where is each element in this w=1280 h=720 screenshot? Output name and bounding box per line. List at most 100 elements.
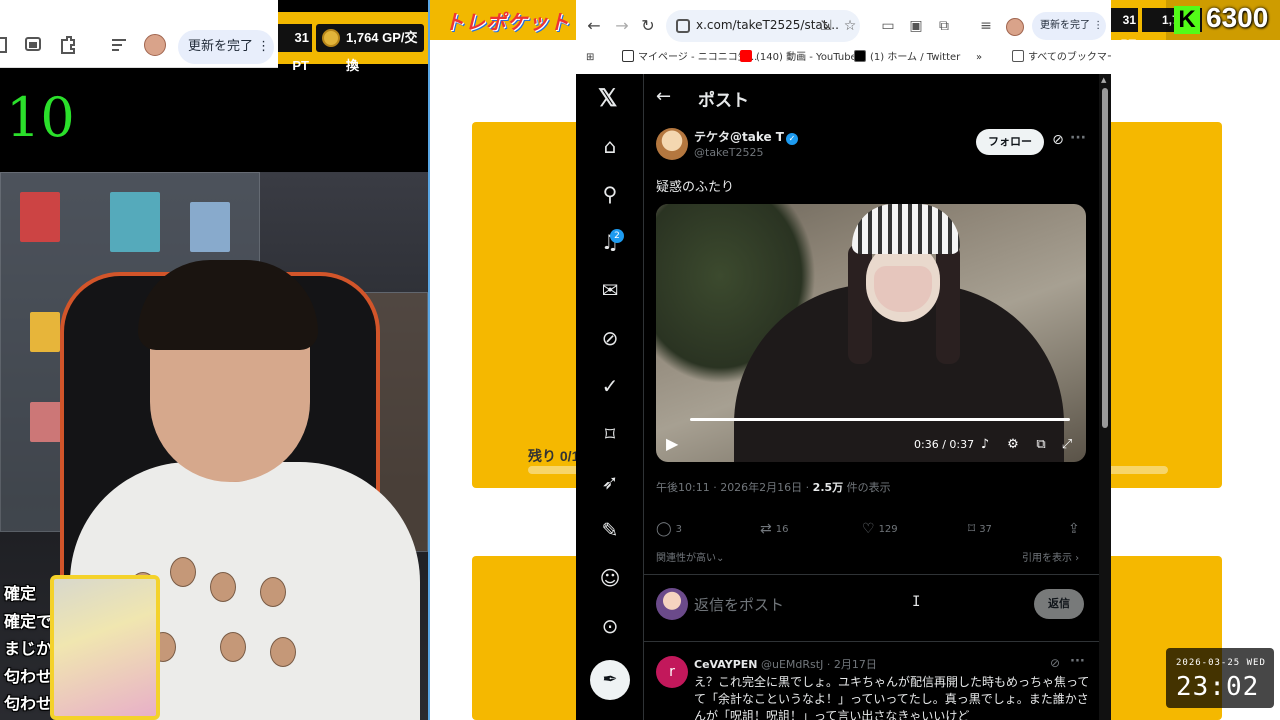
profile-avatar[interactable]	[1006, 18, 1024, 36]
notification-badge: 2	[610, 229, 624, 243]
bookmarks-icon[interactable]: ⌑	[598, 422, 622, 446]
verified-badge-icon: ✓	[786, 133, 798, 145]
volume-icon[interactable]: ♪	[976, 436, 994, 454]
commenter-avatar[interactable]: r	[656, 656, 688, 688]
grok-icon[interactable]: ⊘	[1050, 132, 1066, 148]
back-icon[interactable]: ←	[584, 16, 604, 36]
video-time: 0:36 / 0:37	[914, 438, 975, 451]
play-icon[interactable]: ▶	[666, 434, 686, 454]
cast-icon[interactable]	[24, 34, 44, 56]
shelf-figure	[20, 192, 60, 242]
reading-list-icon[interactable]	[110, 34, 130, 56]
points-bar-right: 31 PT 1,7	[1110, 8, 1202, 51]
all-bookmarks-folder[interactable]: すべてのブックマーク	[1012, 50, 1111, 66]
home-icon[interactable]: ⌂	[598, 134, 622, 158]
view-quotes-link[interactable]: 引用を表示 ›	[1022, 549, 1079, 564]
bookmark-action[interactable]: ⌑ 37	[968, 520, 992, 540]
folder-icon	[1012, 50, 1024, 62]
author-handle[interactable]: @takeT2525	[694, 146, 764, 159]
screenshot-icon[interactable]: ▣	[908, 18, 924, 34]
coin-icon	[322, 29, 340, 47]
profile-icon[interactable]: ☺	[598, 566, 622, 590]
reply-button[interactable]: 返信	[1034, 589, 1084, 619]
reload-icon[interactable]: ↻	[638, 16, 658, 36]
tab-icon[interactable]	[0, 34, 16, 56]
more-options-icon[interactable]: ···	[1070, 654, 1085, 669]
update-button[interactable]: 更新を完了 ⋮	[1032, 12, 1106, 40]
bookmark-item[interactable]: マイページ - ニコニコ生...	[622, 50, 757, 66]
reading-list-icon[interactable]: ≡	[978, 18, 994, 34]
update-button[interactable]: 更新を完了 ⋮	[178, 30, 274, 64]
view-count: 2.5万	[812, 481, 844, 494]
browser-window: ← → ↻ x.com/takeT2525/stat... ⇲ ☆ ▭ ▣ ⧉ …	[576, 0, 1111, 720]
install-app-icon[interactable]: ⇲	[818, 18, 834, 34]
points-bar: 31 PT 1,764 GP/交換	[278, 12, 428, 73]
more-icon[interactable]: ⊙	[598, 614, 622, 638]
browser-toolbar: ← → ↻ x.com/takeT2525/stat... ⇲ ☆ ▭ ▣ ⧉ …	[576, 0, 1111, 74]
video-progress-bar[interactable]	[690, 418, 1070, 421]
left-browser-toolbar: 更新を完了 ⋮	[0, 0, 278, 68]
address-row: ← → ↻ x.com/takeT2525/stat... ⇲ ☆ ▭ ▣ ⧉ …	[576, 8, 1111, 44]
video-person-hair	[848, 244, 872, 364]
trading-card[interactable]	[50, 575, 160, 720]
bookmark-star-icon[interactable]: ☆	[842, 18, 858, 34]
rocket-icon[interactable]: ➶	[598, 470, 622, 494]
video-player[interactable]: ▶ 0:36 / 0:37 ♪ ⚙ ⧉ ⤢	[656, 204, 1086, 462]
bookmark-item[interactable]: (140) 動画 - YouTube	[740, 50, 857, 66]
bookmarks-bar: ⊞ マイページ - ニコニコ生... (140) 動画 - YouTube (1…	[576, 46, 1111, 70]
clock-time: 23:02	[1176, 672, 1260, 702]
back-arrow-icon[interactable]: ←	[656, 86, 680, 107]
cast-icon[interactable]: ▭	[880, 18, 896, 34]
x-logo-icon[interactable]: 𝕏	[598, 84, 617, 113]
compose-button[interactable]: ✒	[590, 660, 630, 700]
x-icon	[854, 50, 866, 62]
search-icon[interactable]: ⚲	[598, 182, 622, 206]
messages-icon[interactable]: ✉	[598, 278, 622, 302]
scrollbar-thumb[interactable]	[1102, 88, 1108, 428]
like-action[interactable]: ♡ 129	[862, 520, 898, 540]
site-info-icon[interactable]	[676, 19, 690, 33]
forward-icon[interactable]: →	[612, 16, 632, 36]
grok-icon[interactable]: ⊘	[598, 326, 622, 350]
viewer-count: 6300	[1206, 2, 1269, 33]
shelf-figure	[190, 202, 230, 252]
game-logo[interactable]: トレポケット	[444, 6, 570, 35]
extensions-icon[interactable]: ⧉	[936, 18, 952, 34]
x-sidebar-nav: 𝕏 ⌂ ⚲ ♫ 2 ✉ ⊘ ✓ ⌑ ➶ ✎ ☺ ⊙ ✒	[576, 74, 644, 720]
niconico-icon	[622, 50, 634, 62]
extensions-icon[interactable]	[58, 34, 78, 56]
bookmark-item[interactable]: (1) ホーム / Twitter	[854, 50, 960, 66]
shirt-print	[170, 557, 196, 587]
youtube-icon	[740, 50, 752, 62]
shirt-print	[220, 632, 246, 662]
reply-post[interactable]: r CeVAYPEN @uEMdRstJ · 2月17日 ⊘ ··· え？これ完…	[644, 646, 1099, 720]
video-person-hair	[936, 244, 960, 364]
share-action[interactable]: ⇪	[1068, 520, 1084, 540]
reply-action[interactable]: ◯ 3	[656, 520, 682, 540]
author-name[interactable]: テケタ@take T ✓	[694, 128, 798, 145]
fullscreen-icon[interactable]: ⤢	[1058, 436, 1076, 454]
apps-icon[interactable]: ⊞	[586, 50, 594, 66]
points-label: 31 PT	[278, 24, 312, 73]
reply-input[interactable]: 返信をポスト	[694, 594, 784, 615]
follow-button[interactable]: フォロー	[976, 129, 1044, 155]
counter-number: 10	[6, 86, 75, 149]
pip-icon[interactable]: ⧉	[1032, 436, 1050, 454]
sort-dropdown[interactable]: 関連性が高い⌄	[656, 549, 724, 564]
bookmarks-overflow[interactable]: »	[976, 50, 982, 66]
author-avatar[interactable]	[656, 128, 688, 160]
verified-icon[interactable]: ✓	[598, 374, 622, 398]
grok-icon[interactable]: ⊘	[1050, 656, 1060, 670]
more-options-icon[interactable]: ···	[1070, 130, 1086, 146]
heart-icon: ♡	[862, 521, 875, 537]
bookmark-icon: ⌑	[968, 521, 976, 537]
settings-icon[interactable]: ⚙	[1004, 436, 1022, 454]
scrollbar[interactable]: ▲	[1099, 74, 1111, 720]
reply-icon: ◯	[656, 521, 672, 537]
articles-icon[interactable]: ✎	[598, 518, 622, 542]
profile-avatar[interactable]	[144, 34, 166, 56]
repost-action[interactable]: ⇄ 16	[760, 520, 788, 540]
post-meta: 午後10:11 · 2026年2月16日 · 2.5万 件の表示	[656, 481, 891, 494]
commenter-name[interactable]: CeVAYPEN	[694, 658, 758, 671]
scroll-up-icon[interactable]: ▲	[1101, 76, 1106, 84]
